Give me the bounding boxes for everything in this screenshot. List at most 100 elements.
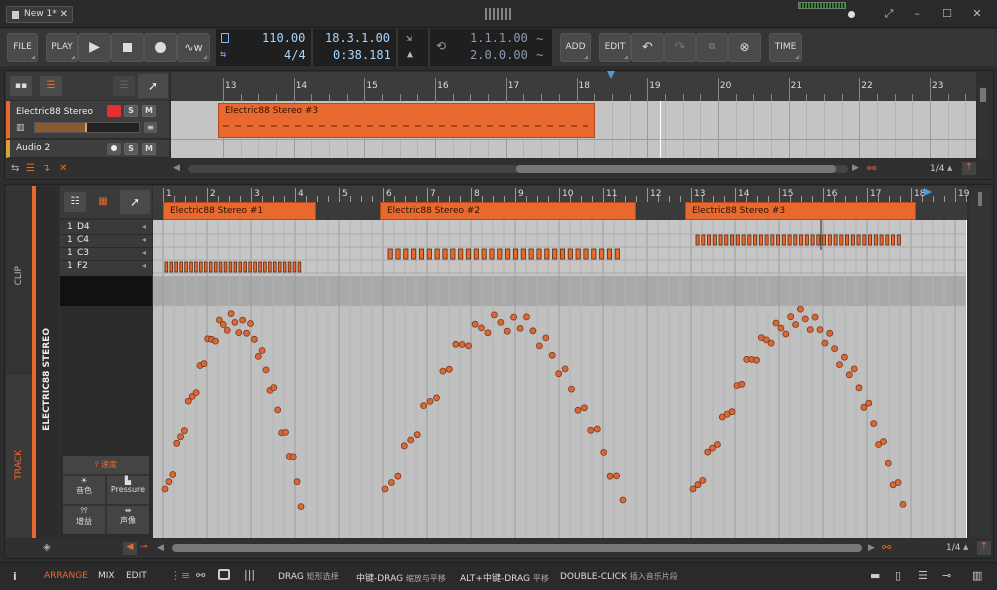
midi-note[interactable] (885, 234, 890, 246)
layers-icon[interactable]: ◈ (43, 542, 51, 553)
panel-icon[interactable] (218, 569, 230, 580)
velocity-point[interactable] (884, 459, 892, 467)
velocity-point[interactable] (535, 342, 543, 350)
editor-scroll-right-icon[interactable]: ▶ (868, 543, 875, 553)
midi-note[interactable] (179, 261, 183, 273)
velocity-point[interactable] (484, 329, 492, 337)
editor-clip[interactable]: Electric88 Stereo #1 (163, 202, 316, 220)
midi-note[interactable] (544, 248, 550, 260)
remove-icon[interactable]: ✕ (59, 163, 67, 174)
solo-button[interactable]: S (124, 105, 138, 117)
velocity-point[interactable] (262, 366, 270, 374)
midi-note[interactable] (268, 261, 272, 273)
editor-snap-icon[interactable]: ⇡ (977, 541, 991, 555)
midi-note[interactable] (189, 261, 193, 273)
midi-note[interactable] (218, 261, 223, 273)
velocity-point[interactable] (381, 485, 389, 493)
midi-note[interactable] (174, 261, 178, 273)
midi-note[interactable] (764, 234, 769, 246)
time-signature[interactable]: 4/4 (284, 48, 306, 62)
midi-note[interactable] (567, 248, 573, 260)
midi-note[interactable] (839, 234, 844, 246)
velocity-point[interactable] (548, 351, 556, 359)
velocity-point[interactable] (420, 402, 428, 410)
velocity-point[interactable] (458, 341, 466, 348)
velocity-point[interactable] (200, 360, 208, 368)
midi-note[interactable] (528, 248, 534, 260)
velocity-point[interactable] (850, 365, 858, 373)
swap-icon[interactable]: ⇆ (11, 163, 19, 174)
velocity-point[interactable] (413, 431, 421, 439)
redo-button[interactable]: ↷ (664, 33, 696, 62)
time-button[interactable]: TIME (769, 33, 802, 62)
arranger-hscroll[interactable] (188, 165, 848, 173)
arranger-ruler[interactable]: 13 14 15 16 17 18 19 20 21 22 23 (171, 72, 985, 101)
midi-note[interactable] (199, 261, 203, 273)
midi-note[interactable] (816, 234, 821, 246)
velocity-point[interactable] (258, 347, 266, 354)
velocity-point[interactable] (865, 399, 873, 407)
velocity-point[interactable] (811, 313, 819, 321)
mixer-strip-icon[interactable]: ||| (244, 568, 255, 581)
midi-note[interactable] (735, 234, 740, 246)
velocity-point[interactable] (894, 479, 902, 486)
velocity-point[interactable] (439, 367, 447, 375)
midi-note[interactable] (879, 234, 884, 246)
midi-note[interactable] (458, 248, 464, 260)
midi-note[interactable] (282, 261, 287, 273)
loop-length[interactable]: 2.0.0.00 (470, 48, 528, 62)
velocity-point[interactable] (777, 324, 785, 332)
record-arm-button[interactable] (107, 105, 121, 117)
velocity-point[interactable] (247, 320, 254, 327)
midi-note[interactable] (599, 248, 605, 260)
arranger-grid-value[interactable]: 1/4 (930, 164, 944, 174)
velocity-point[interactable] (523, 313, 530, 321)
midi-note[interactable] (208, 261, 213, 273)
midi-note[interactable] (497, 248, 503, 260)
midi-note[interactable] (536, 248, 542, 260)
loop-icon[interactable]: ⟲ (436, 39, 446, 53)
file-icon[interactable]: ▯ (895, 569, 901, 582)
info-icon[interactable]: i (13, 570, 17, 583)
midi-note[interactable] (473, 248, 479, 260)
midi-note[interactable] (450, 248, 456, 260)
gain-tab[interactable]: ⫯⫯ 增益 (63, 506, 105, 534)
velocity-point[interactable] (529, 327, 537, 335)
midi-note[interactable] (223, 261, 228, 273)
midi-note[interactable] (850, 234, 855, 246)
editor-grid-value[interactable]: 1/4 (946, 543, 960, 553)
midi-note[interactable] (263, 261, 267, 273)
velocity-point[interactable] (407, 436, 415, 444)
velocity-point[interactable] (821, 339, 829, 347)
midi-note[interactable] (695, 234, 700, 246)
note-editor-area[interactable] (153, 220, 967, 538)
midi-note[interactable] (248, 261, 252, 273)
velocity-point[interactable] (478, 324, 485, 332)
midi-note[interactable] (896, 234, 901, 246)
velocity-point[interactable] (270, 384, 278, 392)
position-bars[interactable]: 18.3.1.00 (325, 31, 390, 45)
velocity-point[interactable] (792, 321, 799, 328)
loop-start[interactable]: 1.1.1.00 (470, 31, 528, 45)
editor-vscroll[interactable] (969, 188, 991, 538)
midi-note[interactable] (426, 248, 432, 260)
snap-icon[interactable]: ⇡ (962, 162, 976, 175)
velocity-point[interactable] (574, 406, 582, 414)
editor-pointer-icon[interactable]: ➚ (120, 190, 150, 214)
midi-note[interactable] (747, 234, 752, 246)
velocity-point[interactable] (465, 342, 473, 350)
velocity-point[interactable] (251, 335, 258, 343)
midi-note[interactable] (418, 248, 425, 260)
key-follow-icon[interactable]: ⊸ (140, 542, 148, 552)
velocity-point[interactable] (542, 334, 550, 342)
velocity-point[interactable] (587, 426, 595, 434)
velocity-point[interactable] (870, 420, 878, 428)
fullscreen-icon[interactable]: ⤢ (880, 6, 898, 22)
midi-note[interactable] (552, 248, 558, 260)
track-menu-icon[interactable]: ≡ (144, 122, 157, 133)
midi-note[interactable] (238, 261, 243, 273)
keyboard-icon[interactable]: ▥ (972, 569, 982, 582)
editor-link-icon[interactable]: ⚯ (882, 541, 891, 554)
midi-note[interactable] (287, 261, 292, 273)
midi-note[interactable] (833, 234, 838, 246)
